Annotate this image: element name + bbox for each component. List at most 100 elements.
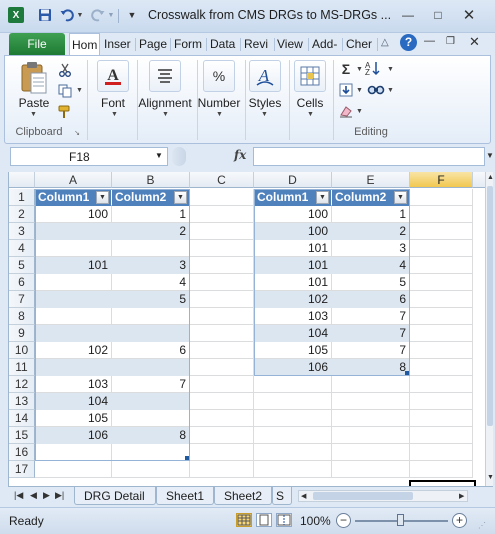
find-select-icon[interactable]: [367, 83, 385, 97]
table2-cell[interactable]: 101: [254, 257, 332, 274]
cells-dropdown-icon[interactable]: ▼: [307, 111, 314, 118]
grid-cell[interactable]: [410, 240, 473, 257]
table1-cell[interactable]: 104: [35, 393, 112, 410]
scroll-down-icon[interactable]: ▼: [487, 474, 494, 481]
row-header-16[interactable]: 16: [9, 444, 35, 461]
grid-cell[interactable]: [410, 342, 473, 359]
table1-cell[interactable]: 106: [35, 427, 112, 444]
row-header-2[interactable]: 2: [9, 206, 35, 223]
row-header-8[interactable]: 8: [9, 308, 35, 325]
column-header-f[interactable]: F: [410, 172, 473, 188]
grid-cell[interactable]: [410, 257, 473, 274]
grid-cell[interactable]: [332, 461, 410, 478]
table2-cell[interactable]: 102: [254, 291, 332, 308]
table1-cell[interactable]: 100: [35, 206, 112, 223]
table2-cell[interactable]: 7: [332, 308, 410, 325]
fill-icon[interactable]: [339, 83, 353, 97]
font-icon[interactable]: A: [97, 60, 129, 92]
table1-cell[interactable]: [35, 223, 112, 240]
paste-dropdown-icon[interactable]: ▼: [30, 111, 37, 118]
grid-cell[interactable]: [254, 376, 332, 393]
table1-cell[interactable]: 101: [35, 257, 112, 274]
undo-icon[interactable]: [59, 7, 75, 23]
prev-sheet-icon[interactable]: ◀: [30, 490, 37, 501]
grid-cell[interactable]: [410, 393, 473, 410]
table2-header-1[interactable]: Column1 ▼: [254, 189, 332, 206]
workbook-close-icon[interactable]: ✕: [469, 34, 480, 50]
grid-cell[interactable]: [112, 461, 190, 478]
grid-cell[interactable]: [190, 189, 254, 206]
table2-cell[interactable]: 100: [254, 223, 332, 240]
table1-cell[interactable]: [112, 444, 190, 461]
cells-button[interactable]: Cells: [290, 96, 330, 110]
paste-icon[interactable]: [19, 60, 49, 96]
worksheet-grid[interactable]: A B C D E F 1 2 3 4 5 6 7 8 9 10 11 12 13 14 15 16 17 Column1 ▼ C…: [8, 172, 485, 486]
find-select-dropdown-icon[interactable]: ▼: [387, 87, 394, 94]
scroll-left-icon[interactable]: ◀: [301, 492, 306, 500]
tab-chemistry[interactable]: Cher: [346, 33, 376, 55]
styles-dropdown-icon[interactable]: ▼: [261, 111, 268, 118]
resize-grip-icon[interactable]: ⋰: [478, 521, 486, 530]
next-sheet-icon[interactable]: ▶: [43, 490, 50, 501]
grid-cell[interactable]: [254, 410, 332, 427]
grid-cell[interactable]: [190, 342, 254, 359]
grid-cell[interactable]: [410, 325, 473, 342]
grid-cell[interactable]: [190, 444, 254, 461]
alignment-button[interactable]: Alignment: [135, 96, 195, 110]
zoom-in-button[interactable]: +: [452, 513, 467, 528]
table2-cell[interactable]: 103: [254, 308, 332, 325]
name-box[interactable]: F18 ▼: [10, 147, 168, 166]
table2-cell[interactable]: 104: [254, 325, 332, 342]
grid-cell[interactable]: [190, 257, 254, 274]
clear-icon[interactable]: [339, 104, 353, 118]
page-layout-view-button[interactable]: [256, 513, 272, 527]
horizontal-scroll-thumb[interactable]: [313, 492, 413, 500]
table1-cell[interactable]: 102: [35, 342, 112, 359]
grid-cell[interactable]: [410, 461, 473, 478]
tab-formulas[interactable]: Form: [174, 33, 205, 55]
minimize-ribbon-icon[interactable]: △: [381, 37, 389, 48]
grid-cell[interactable]: [190, 240, 254, 257]
table1-cell[interactable]: 6: [112, 342, 190, 359]
grid-cell[interactable]: [190, 308, 254, 325]
vertical-scrollbar[interactable]: ▲ ▼: [485, 172, 494, 486]
table1-cell[interactable]: [112, 359, 190, 376]
table2-cell[interactable]: 7: [332, 325, 410, 342]
table2-cell[interactable]: 8: [332, 359, 410, 376]
grid-cell[interactable]: [254, 444, 332, 461]
grid-cell[interactable]: [332, 393, 410, 410]
column-header-c[interactable]: C: [190, 172, 254, 188]
autosum-icon[interactable]: Σ: [339, 61, 353, 77]
table2-cell[interactable]: 101: [254, 240, 332, 257]
table1-cell[interactable]: 5: [112, 291, 190, 308]
zoom-level[interactable]: 100%: [300, 514, 331, 528]
tab-data[interactable]: Data: [210, 33, 240, 55]
table2-cell[interactable]: 7: [332, 342, 410, 359]
grid-cell[interactable]: [410, 427, 473, 444]
row-header-3[interactable]: 3: [9, 223, 35, 240]
clear-dropdown-icon[interactable]: ▼: [356, 108, 363, 115]
number-dropdown-icon[interactable]: ▼: [216, 111, 223, 118]
styles-button[interactable]: Styles: [245, 96, 285, 110]
table1-cell[interactable]: 3: [112, 257, 190, 274]
tab-review[interactable]: Revi: [244, 33, 273, 55]
first-sheet-icon[interactable]: |◀: [14, 490, 23, 501]
table1-cell[interactable]: 1: [112, 206, 190, 223]
table1-cell[interactable]: [112, 240, 190, 257]
column-header-d[interactable]: D: [254, 172, 332, 188]
maximize-button[interactable]: □: [425, 6, 451, 24]
table1-cell[interactable]: 2: [112, 223, 190, 240]
grid-cell[interactable]: [410, 359, 473, 376]
table1-cell[interactable]: [112, 393, 190, 410]
page-break-view-button[interactable]: [276, 513, 292, 527]
sort-filter-icon[interactable]: AZ: [365, 60, 385, 76]
table1-cell[interactable]: 7: [112, 376, 190, 393]
copy-dropdown-icon[interactable]: ▼: [76, 87, 83, 94]
save-icon[interactable]: [37, 7, 53, 23]
table1-cell[interactable]: [112, 308, 190, 325]
redo-icon[interactable]: [90, 7, 106, 23]
grid-cell[interactable]: [190, 393, 254, 410]
autosum-dropdown-icon[interactable]: ▼: [356, 66, 363, 73]
filter-dropdown-icon[interactable]: ▼: [96, 191, 109, 204]
row-header-6[interactable]: 6: [9, 274, 35, 291]
